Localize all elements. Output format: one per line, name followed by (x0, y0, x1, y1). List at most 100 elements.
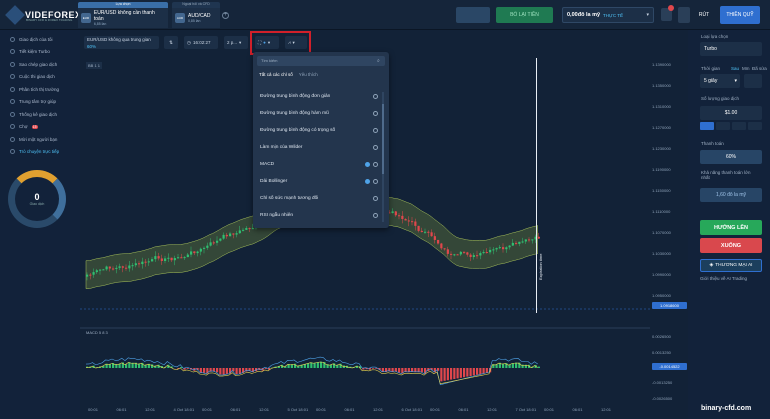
candle-body (177, 257, 180, 259)
amount-input[interactable]: $1.00 (700, 106, 762, 120)
macd-bar (342, 365, 345, 368)
add-icon[interactable] (373, 212, 378, 218)
candle-body (118, 266, 121, 268)
sidebar-item-copy[interactable]: Sao chép giao dịch (0, 58, 80, 71)
info-icon[interactable] (365, 178, 370, 184)
indicator-item[interactable]: RSI ngẫu nhiên (260, 209, 378, 221)
candle-body (417, 225, 420, 231)
sidebar-item-label: Phân tích thị trường (19, 86, 59, 92)
calendar-icon[interactable] (744, 74, 762, 88)
candle-body (147, 261, 150, 263)
sidebar-item-chat[interactable]: Trò chuyện trực tiếp (0, 146, 80, 159)
indicator-search-input[interactable]: Tìm kiếm (257, 56, 385, 66)
time-unit-after[interactable]: Sau (731, 66, 739, 71)
candle-body (154, 256, 157, 260)
amount-preset[interactable] (748, 122, 762, 130)
candle-body (125, 267, 128, 269)
amount-preset[interactable] (700, 122, 714, 130)
indicator-item[interactable]: Dải Bollinger (260, 175, 378, 187)
deposit-button[interactable]: BỔ LẠI TIỀN (496, 7, 553, 23)
candle-body (440, 243, 443, 249)
indicator-item[interactable]: Đường trung bình động đơn giản (260, 90, 378, 102)
time-unit-mm[interactable]: Mm (742, 66, 750, 71)
macd-tick: -0.0013250 (652, 380, 673, 385)
time-select[interactable]: 5 giây ▾ (700, 74, 740, 88)
sidebar-item-stats[interactable]: Thống kê giao dịch (0, 108, 80, 121)
sidebar-item-analysis[interactable]: Phân tích thị trường (0, 83, 80, 96)
candle-body (404, 219, 407, 221)
candle-body (134, 263, 137, 266)
candle-body (232, 233, 235, 235)
macd-bar (235, 368, 238, 375)
indicator-label: Đường trung bình động đơn giản (260, 93, 331, 99)
add-icon[interactable] (373, 127, 378, 133)
candle-body (391, 211, 394, 213)
add-icon[interactable] (373, 178, 378, 184)
add-icon[interactable] (373, 161, 378, 167)
ai-intro-link[interactable]: Giới thiệu về AI Trading (700, 276, 747, 281)
candle-body (476, 255, 479, 257)
sidebar-item-contest[interactable]: Cuộc thi giao dịch (0, 71, 80, 84)
macd-legend[interactable]: MACD 5 8 3 (86, 330, 108, 335)
time-tick: 00:01 (88, 407, 99, 412)
time-unit-fixed[interactable]: Đã sửa (752, 66, 767, 71)
amount-preset[interactable] (716, 122, 730, 130)
current-price-tag: 1.0918600 (652, 302, 687, 309)
add-icon[interactable] (373, 144, 378, 150)
asset-tab-eurusd[interactable]: Lựa chọn EUR EUR/USD không cần thanh toá… (78, 2, 168, 28)
tab-favorites[interactable]: Yêu thích (299, 72, 318, 77)
exit-button[interactable]: THIỀN QUỸ (720, 6, 760, 24)
bb-legend[interactable]: BB 1 1 (86, 62, 103, 69)
payout-cap-value: 1,60 đô la mỹ (700, 188, 762, 202)
withdraw-button[interactable]: RÚT (694, 7, 714, 23)
time-value: 5 giây (704, 78, 718, 84)
copy-icon (10, 61, 15, 67)
user-icon[interactable] (678, 7, 690, 23)
macd-bar (316, 362, 319, 368)
add-icon[interactable] (373, 93, 378, 99)
up-button[interactable]: HƯỚNG LÊN (700, 220, 762, 235)
sidebar-item-invite[interactable]: Mời một người bạn (0, 133, 80, 146)
candle-body (222, 234, 225, 239)
sidebar-item-market[interactable]: Chợ 15 (0, 121, 80, 134)
macd-bar (537, 366, 540, 368)
tab-all-indicators[interactable]: Tất cả các chỉ số (259, 72, 293, 77)
ai-trade-button[interactable]: ◈ THƯƠNG MẠI AI (700, 259, 762, 272)
macd-bar (469, 368, 472, 376)
indicator-item[interactable]: Chỉ số sức mạnh tương đối (260, 192, 378, 204)
indicator-item[interactable]: MACD (260, 158, 378, 170)
candle-body (398, 215, 401, 217)
indicator-item[interactable]: Làm mịn của Wilder (260, 141, 378, 153)
account-status-icon[interactable] (456, 7, 490, 23)
amount-preset[interactable] (732, 122, 746, 130)
candle-body (180, 257, 183, 259)
candle-body (537, 236, 540, 239)
candle-body (446, 249, 449, 254)
sidebar-item-turbo[interactable]: Tiết kiệm Turbo (0, 46, 80, 59)
candle-body (141, 261, 144, 265)
candle-body (433, 236, 436, 240)
add-icon[interactable] (373, 110, 378, 116)
macd-bar (482, 368, 485, 374)
dropdown-scrollbar-thumb[interactable] (382, 104, 384, 174)
down-button[interactable]: XUỐNG (700, 238, 762, 253)
balance-amount: 0,00đô la mỹ (567, 12, 601, 18)
candle-body (242, 229, 245, 231)
notification-badge (668, 5, 674, 11)
time-tick: 06:01 (344, 407, 355, 412)
sidebar-item-help[interactable]: Trung tâm trợ giúp (0, 96, 80, 109)
asset-tab-audcad[interactable]: Ngoại hối và CFD AUD AUD/CAD 0,85 lần (172, 2, 220, 28)
candle-body (245, 228, 248, 230)
candle-body (196, 251, 199, 254)
info-icon[interactable] (365, 161, 370, 167)
indicator-label: Làm mịn của Wilder (260, 144, 303, 150)
sidebar-item-my-trades[interactable]: Giao dịch của tôi (0, 33, 80, 46)
balance-selector[interactable]: 0,00đô la mỹ THỰC TẾ ▾ (562, 7, 654, 23)
indicator-item[interactable]: Đường trung bình động có trọng số (260, 124, 378, 136)
indicator-item[interactable]: Đường trung bình động hàm mũ (260, 107, 378, 119)
add-tab-icon[interactable]: + (222, 12, 229, 19)
option-type-select[interactable]: Turbo (700, 42, 762, 56)
candle-body (235, 233, 238, 235)
chart-area[interactable]: EUR/USD không qua trung gian 60% ⇅ ◷ 16:… (80, 30, 688, 419)
add-icon[interactable] (373, 195, 378, 201)
